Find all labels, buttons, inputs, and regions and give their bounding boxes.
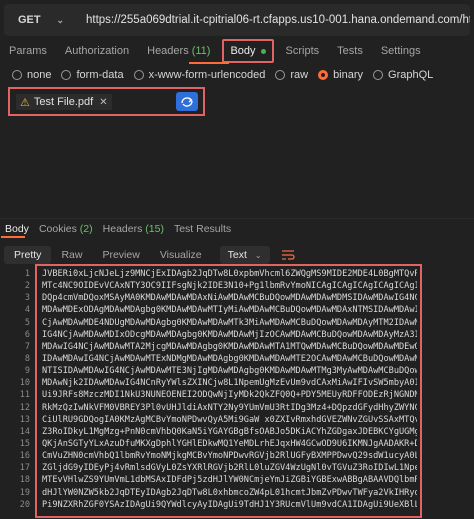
url-input[interactable]: https://255a069dtrial.it-cpitrial06-rt.c… <box>72 14 470 26</box>
wrap-lines-icon[interactable] <box>278 246 298 264</box>
method-select[interactable]: GET ⌄ <box>4 14 72 26</box>
code-line: CmVuZHN0cmVhbQ1lbmRvYmoNMjkgMCBvYmoNPDwv… <box>42 451 417 462</box>
request-url-bar: GET ⌄ https://255a069dtrial.it-cpitrial0… <box>4 4 470 36</box>
response-active-tab-indicator <box>1 236 25 238</box>
line-number: 12 <box>19 402 30 413</box>
chevron-down-icon: ⌄ <box>56 14 64 25</box>
cookies-count: (2) <box>79 223 93 235</box>
line-number: 15 <box>19 438 30 449</box>
line-number: 19 <box>19 487 30 498</box>
radio-raw[interactable]: raw <box>275 69 308 81</box>
code-line: JVBERi0xLjcNJeLjz9MNCjExIDAgb2JqDTw8L0xp… <box>42 269 417 279</box>
tab-headers[interactable]: Headers (11) <box>138 40 219 62</box>
line-number: 9 <box>24 366 30 377</box>
chevron-down-icon: ⌄ <box>254 250 262 260</box>
radio-circle-icon <box>61 70 72 80</box>
view-preview-button[interactable]: Preview <box>92 246 149 264</box>
code-line: NTISIDAwMDAwIG4NCjAwMDAwMTE3NjIgMDAwMDAg… <box>42 366 417 377</box>
code-line: MDAwMDExODAgMDAwMDAgbg0KMDAwMDAwMTIyMiAw… <box>42 305 417 316</box>
upload-file-button[interactable] <box>176 92 198 111</box>
code-line: CiUlRU9GDQogIA0KMzAgMCBvYmoNPDwvQyA5Mi9G… <box>42 414 417 425</box>
radio-none[interactable]: none <box>12 69 51 81</box>
code-line: MDAwIG4NCjAwMDAwMTA2MjcgMDAwMDAgbg0KMDAw… <box>42 341 417 352</box>
line-number: 13 <box>19 414 30 425</box>
line-number: 5 <box>24 317 30 328</box>
line-number: 6 <box>24 329 30 340</box>
radio-selected-icon <box>318 70 329 80</box>
line-number: 20 <box>19 499 30 510</box>
code-line: RkMzQzIwNkVFM0VBREY3Pl0vUHJldiAxNTY2Ny9Y… <box>42 402 417 413</box>
tab-scripts[interactable]: Scripts <box>277 40 329 62</box>
view-visualize-button[interactable]: Visualize <box>150 246 212 264</box>
radio-form-data[interactable]: form-data <box>61 69 124 81</box>
pane-divider[interactable] <box>0 218 474 219</box>
refresh-upload-icon <box>181 96 193 107</box>
tab-authorization[interactable]: Authorization <box>56 40 138 62</box>
tab-tests[interactable]: Tests <box>328 40 372 62</box>
tab-response-headers[interactable]: Headers (15) <box>98 223 169 235</box>
line-number: 14 <box>19 426 30 437</box>
radio-circle-icon <box>12 70 22 80</box>
format-select-value: Text <box>227 249 247 261</box>
response-tabs: Body Cookies (2) Headers (15) Test Resul… <box>0 221 236 237</box>
response-view-bar: Pretty Raw Preview Visualize Text ⌄ <box>4 246 298 264</box>
radio-circle-icon <box>133 70 144 80</box>
line-number: 17 <box>19 463 30 474</box>
method-label: GET <box>18 14 41 26</box>
request-tabs: Params Authorization Headers (11) Body Sc… <box>0 39 474 63</box>
format-select[interactable]: Text ⌄ <box>219 246 270 264</box>
radio-circle-icon <box>373 70 384 80</box>
line-number: 16 <box>19 451 30 462</box>
code-line: QKjAnSGTyYLxAzuDfuMKXgDphlYGHlEDkwMQ1YeM… <box>42 438 417 449</box>
file-chip: ⚠ Test File.pdf ✕ <box>16 94 112 110</box>
view-pretty-button[interactable]: Pretty <box>4 246 52 264</box>
warning-icon: ⚠ <box>20 96 30 109</box>
code-line: MTEvVHlwZS9YUmVmL1dbMSAxIDFdPj5zdHJlYW0N… <box>42 475 417 486</box>
radio-x-www-form-urlencoded[interactable]: x-www-form-urlencoded <box>133 69 265 81</box>
response-body-code[interactable]: JVBERi0xLjcNJeLjz9MNCjExIDAgb2JqDTw8L0xp… <box>42 268 417 511</box>
file-name: Test File.pdf <box>33 96 94 108</box>
code-line: MTc4NC9OIDEvVCAxNTY3OC9IIFsgNjk2IDE3N10+… <box>42 281 417 292</box>
radio-graphql[interactable]: GraphQL <box>373 69 433 81</box>
tab-response-cookies[interactable]: Cookies (2) <box>34 223 98 235</box>
line-number: 4 <box>24 305 30 316</box>
line-number-gutter: 1 2 3 4 5 6 7 8 9 10 11 12 13 14 15 16 17 18 19 20 <box>0 268 30 511</box>
line-number: 18 <box>19 475 30 486</box>
body-modified-dot-icon <box>260 48 266 54</box>
line-number: 3 <box>24 293 30 304</box>
line-number: 8 <box>24 353 30 364</box>
line-number: 2 <box>24 281 30 292</box>
code-line: DQp4cmVmDQoxMSAyMA0KMDAwMDAwMDAxNiAwMDAw… <box>42 293 417 304</box>
code-line: dHJlYW0NZW5kb2JqDTEyIDAgb2JqDTw8L0xhbmco… <box>42 487 417 498</box>
code-line: IDAwMDAwIG4NCjAwMDAwMTExNDMgMDAwMDAgbg0K… <box>42 353 417 364</box>
code-line: CjAwMDAwMDE4NDUgMDAwMDAgbg0KMDAwMDAwMTk3… <box>42 317 417 328</box>
headers-count: (11) <box>191 45 211 57</box>
tab-test-results[interactable]: Test Results <box>169 223 236 235</box>
active-tab-indicator <box>189 62 229 64</box>
code-line: IG4NCjAwMDAwMDIxODcgMDAwMDAgbg0KMDAwMDAw… <box>42 329 417 340</box>
radio-binary[interactable]: binary <box>318 69 363 81</box>
radio-circle-icon <box>275 70 286 80</box>
tab-params[interactable]: Params <box>0 40 56 62</box>
code-line: Pi9NZXRhZGF0YSAzIDAgUi9QYWdlcyAyIDAgUi9T… <box>42 499 417 510</box>
tab-response-body[interactable]: Body <box>0 223 34 235</box>
binary-file-selector: ⚠ Test File.pdf ✕ <box>8 87 205 116</box>
code-line: ZGljdG9yIDEyPj4vRmlsdGVyL0ZsYXRlRGVjb2Rl… <box>42 463 417 474</box>
line-number: 1 <box>24 269 30 279</box>
body-type-radios: none form-data x-www-form-urlencoded raw… <box>12 68 443 82</box>
response-headers-count: (15) <box>145 223 164 235</box>
tab-body[interactable]: Body <box>222 39 274 63</box>
code-line: MDAwNjk2IDAwMDAwIG4NCnRyYWlsZXINCjw8L1Np… <box>42 378 417 389</box>
line-number: 10 <box>19 378 30 389</box>
code-line: Ui9JRFs8MzczMDI1NkU3NUNEOENEI2ODQwNjIyMD… <box>42 390 417 401</box>
line-number: 7 <box>24 341 30 352</box>
line-number: 11 <box>19 390 30 401</box>
code-line: Z3RoIDkyL1MgMzg+PnN0cmVhbQ0KaN5iYGAYGBgB… <box>42 426 417 437</box>
remove-file-icon[interactable]: ✕ <box>99 97 107 108</box>
tab-settings[interactable]: Settings <box>372 40 430 62</box>
view-raw-button[interactable]: Raw <box>51 246 92 264</box>
